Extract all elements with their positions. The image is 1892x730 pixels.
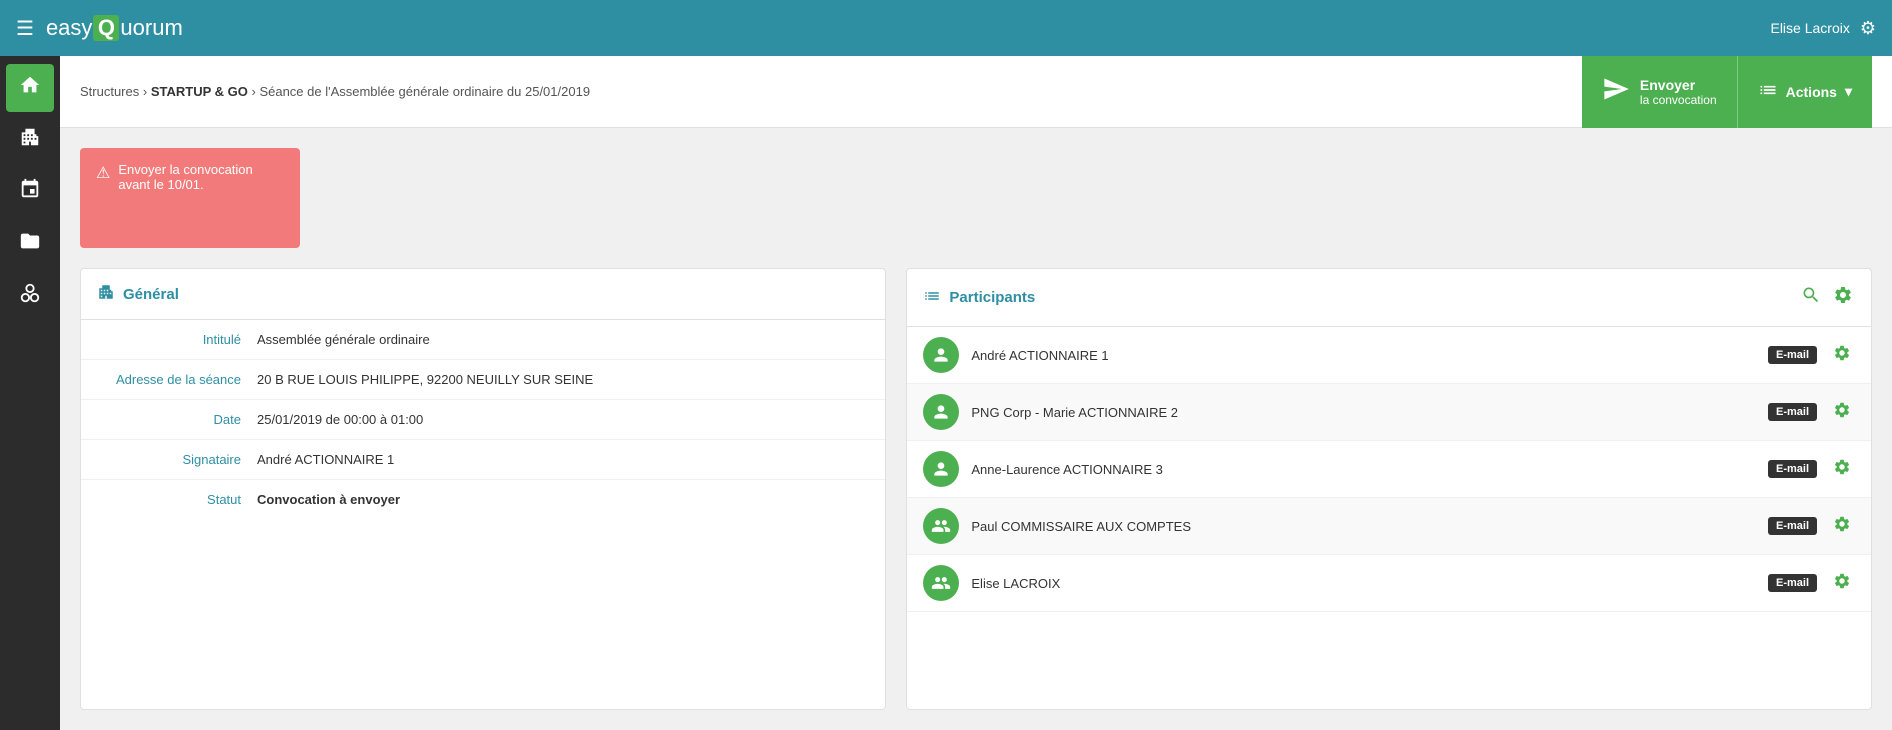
hamburger-icon[interactable]: ☰ <box>16 16 34 41</box>
general-table: Intitulé Assemblée générale ordinaire Ad… <box>81 320 885 519</box>
breadcrumb: Structures › STARTUP & GO › Séance de l'… <box>80 84 1570 99</box>
participants-title-area: Participants <box>923 287 1035 309</box>
participant-name-2: Anne-Laurence ACTIONNAIRE 3 <box>971 462 1756 477</box>
label-date: Date <box>97 412 257 427</box>
label-intitule: Intitulé <box>97 332 257 347</box>
alert-icon: ⚠ <box>96 163 110 183</box>
sidebar <box>0 56 60 730</box>
participant-avatar-0 <box>923 337 959 373</box>
envoyer-button[interactable]: Envoyer la convocation <box>1582 56 1738 128</box>
participant-avatar-1 <box>923 394 959 430</box>
participant-name-4: Elise LACROIX <box>971 576 1756 591</box>
breadcrumb-sep1: › <box>143 84 151 99</box>
settings-icon[interactable]: ⚙ <box>1860 18 1876 39</box>
logo-easy-text: easy <box>46 15 92 41</box>
participant-badge-1: E-mail <box>1768 403 1817 421</box>
participant-badge-0: E-mail <box>1768 346 1817 364</box>
participant-badge-3: E-mail <box>1768 517 1817 535</box>
general-row-adresse: Adresse de la séance 20 B RUE LOUIS PHIL… <box>81 360 885 400</box>
label-adresse: Adresse de la séance <box>97 372 257 387</box>
app-logo: easy Q uorum <box>46 15 183 41</box>
general-card-header: Général <box>81 269 885 320</box>
label-signataire: Signataire <box>97 452 257 467</box>
sidebar-item-home[interactable] <box>6 64 54 112</box>
participant-name-0: André ACTIONNAIRE 1 <box>971 348 1756 363</box>
top-navbar: ☰ easy Q uorum Elise Lacroix ⚙ <box>0 0 1892 56</box>
participants-header-actions <box>1799 283 1855 312</box>
general-row-intitule: Intitulé Assemblée générale ordinaire <box>81 320 885 360</box>
general-row-statut: Statut Convocation à envoyer <box>81 480 885 519</box>
participant-name-3: Paul COMMISSAIRE AUX COMPTES <box>971 519 1756 534</box>
participants-title: Participants <box>949 289 1035 306</box>
breadcrumb-seance: Séance de l'Assemblée générale ordinaire… <box>259 84 590 99</box>
breadcrumb-bar: Structures › STARTUP & GO › Séance de l'… <box>60 56 1892 128</box>
value-signataire: André ACTIONNAIRE 1 <box>257 452 394 467</box>
participant-gear-3[interactable] <box>1829 515 1855 538</box>
breadcrumb-actions: Envoyer la convocation Actions ▾ <box>1582 56 1872 128</box>
participant-name-1: PNG Corp - Marie ACTIONNAIRE 2 <box>971 405 1756 420</box>
participant-badge-4: E-mail <box>1768 574 1817 592</box>
two-columns-layout: Général Intitulé Assemblée générale ordi… <box>80 268 1872 710</box>
logo-rest-text: uorum <box>120 15 182 41</box>
participants-header-icon <box>923 287 941 309</box>
folder-icon <box>19 230 41 258</box>
actions-dropdown-icon: ▾ <box>1845 83 1852 100</box>
participant-badge-2: E-mail <box>1768 460 1817 478</box>
general-card: Général Intitulé Assemblée générale ordi… <box>80 268 886 710</box>
sidebar-item-building[interactable] <box>6 116 54 164</box>
logo-q-box: Q <box>93 15 119 41</box>
participants-search-icon[interactable] <box>1799 283 1823 312</box>
alert-text: Envoyer la convocation avant le 10/01. <box>118 162 284 192</box>
network-icon <box>19 282 41 310</box>
participant-avatar-2 <box>923 451 959 487</box>
participant-row-3: Paul COMMISSAIRE AUX COMPTES E-mail <box>907 498 1871 555</box>
participant-gear-0[interactable] <box>1829 344 1855 367</box>
general-title: Général <box>123 286 179 303</box>
actions-list-icon <box>1758 80 1778 103</box>
sidebar-item-folder[interactable] <box>6 220 54 268</box>
label-statut: Statut <box>97 492 257 507</box>
actions-label: Actions <box>1786 84 1837 100</box>
general-row-signataire: Signataire André ACTIONNAIRE 1 <box>81 440 885 480</box>
general-row-date: Date 25/01/2019 de 00:00 à 01:00 <box>81 400 885 440</box>
participant-row-4: Elise LACROIX E-mail <box>907 555 1871 612</box>
breadcrumb-structures[interactable]: Structures <box>80 84 139 99</box>
general-header-icon <box>97 283 115 305</box>
building-icon <box>19 126 41 154</box>
envoyer-label: Envoyer <box>1640 77 1717 93</box>
home-icon <box>19 74 41 102</box>
participant-avatar-3 <box>923 508 959 544</box>
value-statut: Convocation à envoyer <box>257 492 400 507</box>
actions-button[interactable]: Actions ▾ <box>1738 56 1872 128</box>
value-adresse: 20 B RUE LOUIS PHILIPPE, 92200 NEUILLY S… <box>257 372 593 387</box>
participants-card: Participants <box>906 268 1872 710</box>
participants-header: Participants <box>907 269 1871 327</box>
participant-row-2: Anne-Laurence ACTIONNAIRE 3 E-mail <box>907 441 1871 498</box>
alert-box: ⚠ Envoyer la convocation avant le 10/01. <box>80 148 300 248</box>
value-date: 25/01/2019 de 00:00 à 01:00 <box>257 412 423 427</box>
participant-avatar-4 <box>923 565 959 601</box>
send-icon <box>1602 75 1630 109</box>
participants-settings-icon[interactable] <box>1831 283 1855 312</box>
page-content: ⚠ Envoyer la convocation avant le 10/01.… <box>60 128 1892 730</box>
participant-row-1: PNG Corp - Marie ACTIONNAIRE 2 E-mail <box>907 384 1871 441</box>
breadcrumb-startup[interactable]: STARTUP & GO <box>151 84 248 99</box>
participant-row-0: André ACTIONNAIRE 1 E-mail <box>907 327 1871 384</box>
value-intitule: Assemblée générale ordinaire <box>257 332 430 347</box>
participant-gear-1[interactable] <box>1829 401 1855 424</box>
envoyer-text: Envoyer la convocation <box>1640 77 1717 107</box>
calendar-icon <box>19 178 41 206</box>
user-name: Elise Lacroix <box>1770 20 1849 36</box>
sidebar-item-calendar[interactable] <box>6 168 54 216</box>
sidebar-item-network[interactable] <box>6 272 54 320</box>
participant-gear-4[interactable] <box>1829 572 1855 595</box>
participant-gear-2[interactable] <box>1829 458 1855 481</box>
envoyer-sub: la convocation <box>1640 93 1717 107</box>
